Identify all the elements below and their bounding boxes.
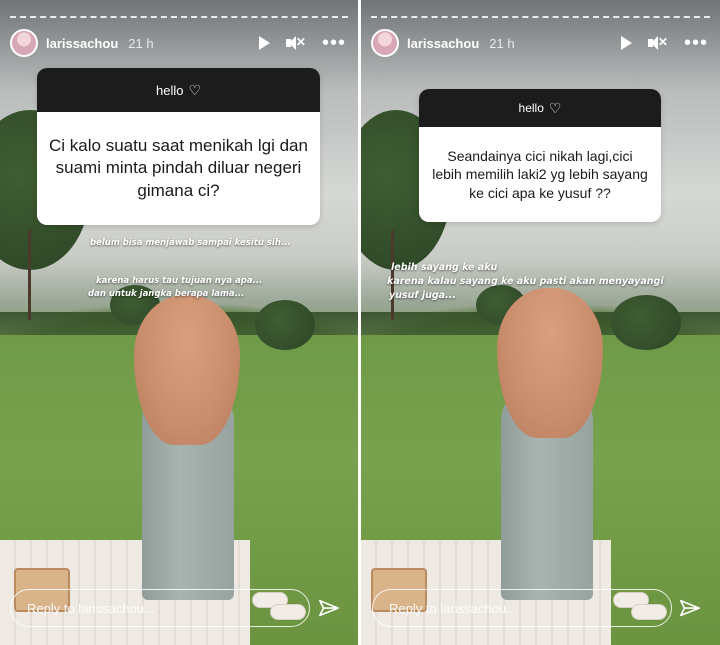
send-icon[interactable] xyxy=(318,598,340,620)
mute-icon[interactable]: ✕ xyxy=(647,35,668,51)
answer-line: karena harus tau tujuan nya apa... xyxy=(96,276,263,286)
question-header-label: hello xyxy=(155,82,184,98)
answer-line: belum bisa menjawab sampai kesitu sih... xyxy=(90,238,291,248)
question-header-label: hello xyxy=(518,101,544,115)
hijab xyxy=(497,288,603,438)
tree-right xyxy=(611,295,681,350)
question-text: Seandainya cici nikah lagi,cici lebih me… xyxy=(432,148,648,201)
tree-trunk xyxy=(28,230,31,320)
more-icon[interactable]: ••• xyxy=(684,33,708,53)
mute-icon[interactable]: ✕ xyxy=(285,35,306,51)
tree-trunk xyxy=(391,230,394,320)
question-header: hello ♡ xyxy=(37,68,320,112)
avatar[interactable] xyxy=(371,29,399,57)
reply-input[interactable]: Reply to larissachou... xyxy=(372,589,672,627)
answer-line: karena kalau sayang ke aku pasti akan me… xyxy=(387,276,664,287)
answer-line: lebih sayang ke aku xyxy=(391,262,498,273)
more-icon[interactable]: ••• xyxy=(322,33,346,53)
story-header: larissachou 21 h ✕ ••• xyxy=(10,28,346,58)
timestamp: 21 h xyxy=(489,35,515,51)
question-text: Ci kalo suatu saat menikah lgi dan suami… xyxy=(49,136,308,200)
heart-icon: ♡ xyxy=(548,99,562,116)
reply-input[interactable]: Reply to larissachou... xyxy=(10,589,310,627)
timestamp: 21 h xyxy=(128,35,154,51)
progress-bar xyxy=(371,16,710,18)
hijab xyxy=(134,295,240,445)
play-icon[interactable] xyxy=(620,36,632,50)
answer-line: dan untuk jangka berapa lama... xyxy=(88,289,245,299)
play-icon[interactable] xyxy=(258,36,270,50)
tree-right xyxy=(255,300,315,350)
story-panel-left[interactable]: larissachou 21 h ✕ ••• hello ♡ Ci kalo s… xyxy=(0,0,358,645)
story-header: larissachou 21 h ✕ ••• xyxy=(371,28,708,58)
avatar[interactable] xyxy=(10,29,38,57)
question-sticker: hello ♡ Seandainya cici nikah lagi,cici … xyxy=(419,89,661,222)
username[interactable]: larissachou xyxy=(407,36,479,51)
story-panel-right[interactable]: larissachou 21 h ✕ ••• hello ♡ Seandainy… xyxy=(361,0,720,645)
username[interactable]: larissachou xyxy=(46,36,118,51)
progress-bar xyxy=(10,16,348,18)
question-header: hello ♡ xyxy=(419,89,661,127)
send-icon[interactable] xyxy=(679,598,701,620)
answer-line: yusuf juga... xyxy=(389,290,456,301)
heart-icon: ♡ xyxy=(188,81,202,98)
question-sticker: hello ♡ Ci kalo suatu saat menikah lgi d… xyxy=(37,68,320,225)
